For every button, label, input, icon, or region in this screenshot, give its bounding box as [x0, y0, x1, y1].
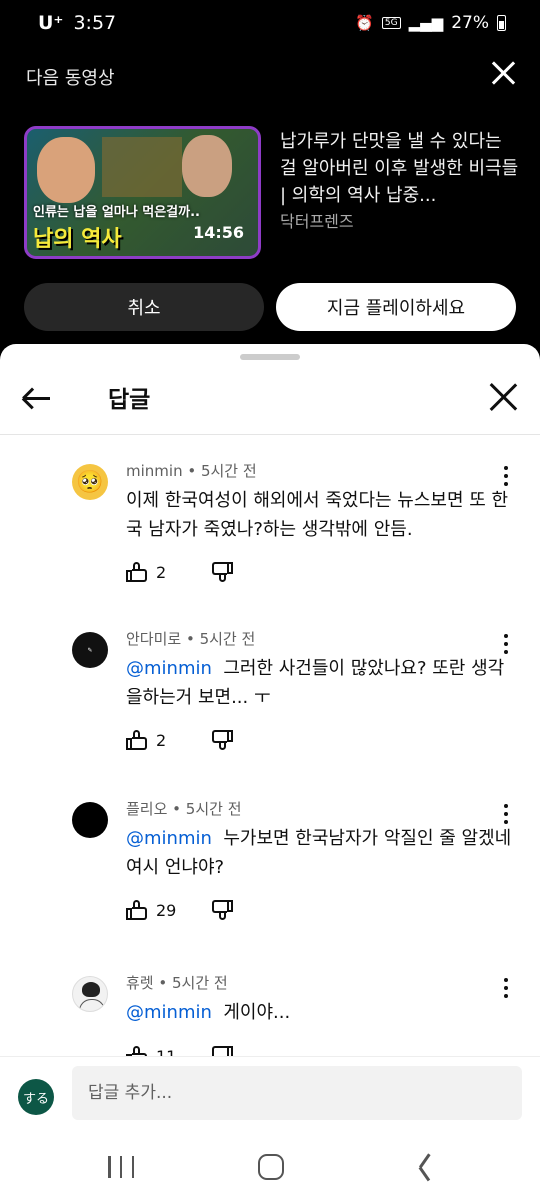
comment-actions: 29: [126, 898, 233, 922]
sheet-title: 답글: [108, 387, 151, 413]
thumbnail-person-right: [182, 135, 232, 197]
close-icon[interactable]: [490, 60, 516, 86]
back-arrow-icon[interactable]: [22, 384, 50, 412]
thumbs-up-icon[interactable]: [126, 1046, 148, 1056]
thumbs-up-icon[interactable]: [126, 562, 148, 582]
thumbs-down-icon[interactable]: [211, 1046, 233, 1056]
up-next-heading: 다음 동영상: [26, 68, 115, 89]
video-duration: 14:56: [193, 223, 244, 242]
replies-sheet: 답글 🥺 minmin • 5시간 전 이제 한국여성이 해외에서 죽었다는 뉴…: [0, 344, 540, 1144]
comment-time: 5시간 전: [172, 974, 228, 992]
network-badge: 5G: [381, 17, 401, 29]
recent-apps-icon[interactable]: [108, 1156, 134, 1178]
like-count: 11: [156, 1046, 177, 1057]
play-now-button[interactable]: 지금 플레이하세요: [276, 283, 516, 331]
battery-icon: [497, 15, 506, 31]
back-icon[interactable]: [418, 1154, 434, 1180]
thumbs-down-icon[interactable]: [211, 900, 233, 920]
comment-author[interactable]: 안다미로: [126, 630, 181, 648]
like-count: 2: [156, 730, 167, 750]
mention-link[interactable]: @minmin: [126, 658, 212, 679]
comment-body: @minmin 그러한 사건들이 많았나요? 또란 생각을하는거 보면... ㅜ: [126, 654, 516, 712]
comment-actions: 2: [126, 560, 233, 584]
next-video-title[interactable]: 납가루가 단맛을 낼 수 있다는 걸 알아버린 이후 발생한 비극들 | 의학의…: [280, 128, 520, 209]
signal-icon: ▂▄▆: [408, 14, 444, 32]
more-options-icon[interactable]: [504, 978, 510, 1000]
like-count: 29: [156, 900, 177, 920]
avatar[interactable]: ✎: [72, 632, 108, 668]
more-options-icon[interactable]: [504, 634, 510, 656]
comment-text: 이제 한국여성이 해외에서 죽었다는 뉴스보면 또 한국 남자가 죽였나?하는 …: [126, 490, 509, 540]
status-left: U⁺ 3:57: [38, 12, 116, 34]
mention-link[interactable]: @minmin: [126, 828, 212, 849]
comment-meta: 안다미로 • 5시간 전: [126, 630, 256, 648]
more-options-icon[interactable]: [504, 466, 510, 488]
comment-time: 5시간 전: [185, 800, 242, 818]
avatar[interactable]: 🥺: [72, 464, 108, 500]
avatar[interactable]: する: [18, 1079, 54, 1115]
comment-time: 5시간 전: [200, 462, 257, 480]
thumbnail-background-art: [102, 137, 182, 197]
system-nav-bar: [0, 1144, 540, 1200]
comment-time: 5시간 전: [199, 630, 256, 648]
comment-author[interactable]: 휴렛: [126, 974, 154, 992]
comment-text: 게이야...: [223, 1002, 291, 1023]
thumbs-down-icon[interactable]: [211, 562, 233, 582]
close-icon[interactable]: [488, 382, 518, 412]
clock: 3:57: [73, 12, 117, 34]
more-options-icon[interactable]: [504, 804, 510, 826]
avatar[interactable]: [72, 976, 108, 1012]
comment-author[interactable]: 플리오: [126, 800, 167, 818]
thumbs-up-icon[interactable]: [126, 900, 148, 920]
reply-input[interactable]: [72, 1066, 522, 1120]
add-reply-bar: する: [0, 1056, 540, 1144]
thumbs-down-icon[interactable]: [211, 730, 233, 750]
alarm-icon: ⏰: [355, 14, 374, 32]
thumbnail-caption: 인류는 납을 얼마나 먹은걸까..: [33, 205, 200, 220]
comment-author[interactable]: minmin: [126, 462, 183, 480]
comment-meta: 플리오 • 5시간 전: [126, 800, 242, 818]
drag-handle[interactable]: [240, 354, 300, 360]
home-icon[interactable]: [258, 1154, 284, 1180]
comment-body: @minmin 누가보면 한국남자가 악질인 줄 알겠네 여시 언냐야?: [126, 824, 516, 882]
channel-name[interactable]: 닥터프렌즈: [280, 208, 354, 232]
replies-list: 🥺 minmin • 5시간 전 이제 한국여성이 해외에서 죽었다는 뉴스보면…: [0, 436, 540, 1056]
status-bar: U⁺ 3:57 ⏰ 5G ▂▄▆ 27%: [0, 0, 540, 48]
battery-percent: 27%: [451, 13, 489, 33]
comment-actions: 11: [126, 1044, 233, 1057]
status-right: ⏰ 5G ▂▄▆ 27%: [355, 13, 506, 33]
comment-body: @minmin 게이야...: [126, 998, 516, 1027]
up-next-panel: 다음 동영상 인류는 납을 얼마나 먹은걸까.. 납의 역사 14:56 납가루…: [0, 48, 540, 348]
mention-link[interactable]: @minmin: [126, 1002, 212, 1023]
avatar[interactable]: [72, 802, 108, 838]
video-thumbnail[interactable]: 인류는 납을 얼마나 먹은걸까.. 납의 역사 14:56: [24, 126, 261, 259]
thumbnail-person-left: [37, 137, 95, 203]
divider: [0, 434, 540, 435]
like-count: 2: [156, 562, 167, 582]
comment-meta: minmin • 5시간 전: [126, 462, 257, 480]
thumbnail-headline: 납의 역사: [33, 227, 122, 252]
carrier-label: U⁺: [38, 12, 64, 34]
cancel-button[interactable]: 취소: [24, 283, 264, 331]
comment-actions: 2: [126, 728, 233, 752]
comment-meta: 휴렛 • 5시간 전: [126, 974, 228, 992]
thumbs-up-icon[interactable]: [126, 730, 148, 750]
